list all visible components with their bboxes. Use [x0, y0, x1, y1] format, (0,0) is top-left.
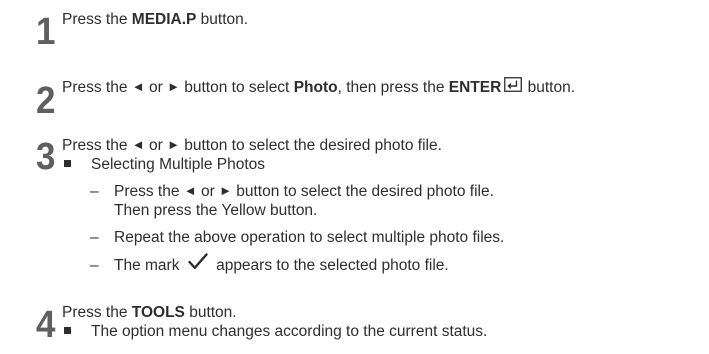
checkmark-icon [188, 253, 208, 275]
step-number: 2 [36, 80, 56, 122]
text-segment: button to select the desired photo file. [179, 137, 442, 154]
text-segment: Press the [62, 79, 132, 97]
button-name: TOOLS [131, 304, 185, 321]
sub-item: – The mark appears to the selected photo … [90, 253, 449, 277]
enter-icon [504, 77, 523, 97]
bullet-text: Selecting Multiple Photos [91, 156, 266, 173]
text-segment: button. [184, 304, 237, 321]
step-number: 1 [36, 11, 56, 53]
left-arrow-icon: ◄ [131, 137, 145, 152]
text-segment: button. [523, 79, 576, 97]
text-segment: button to select the desired photo file. [231, 183, 494, 200]
step-1-text: Press the MEDIA.P button. [62, 10, 248, 29]
text-segment: Press the [62, 137, 132, 154]
text-segment: , then press the [337, 79, 449, 97]
dash-icon: – [90, 257, 99, 275]
step-2-text: Press the ◄ or ► button to select Photo,… [62, 77, 576, 98]
text-segment: or [196, 183, 220, 200]
text-segment: The mark [114, 257, 184, 275]
right-arrow-icon: ► [167, 79, 180, 95]
text-segment: button to select [179, 79, 294, 97]
step-4-text: Press the TOOLS button. [62, 303, 237, 322]
button-name: MEDIA.P [131, 11, 197, 28]
option-name: Photo [293, 79, 338, 97]
left-arrow-icon: ◄ [183, 183, 197, 198]
dash-icon: – [90, 229, 99, 246]
bullet-item: Selecting Multiple Photos [64, 155, 265, 174]
text-segment: Press the [62, 304, 132, 321]
left-arrow-icon: ◄ [131, 79, 145, 95]
square-bullet-icon [64, 160, 71, 168]
step-number: 3 [36, 136, 56, 178]
button-name: ENTER [448, 79, 502, 97]
right-arrow-icon: ► [219, 183, 232, 198]
text-segment: or [144, 79, 168, 97]
dash-icon: – [90, 183, 99, 200]
bullet-text: The option menu changes according to the… [91, 323, 488, 340]
bullet-item: The option menu changes according to the… [64, 322, 487, 341]
square-bullet-icon [64, 327, 71, 335]
sub-item-text: Repeat the above operation to select mul… [114, 229, 505, 246]
right-arrow-icon: ► [167, 137, 180, 152]
step-number: 4 [36, 304, 56, 346]
text-segment: Press the [114, 183, 184, 200]
text-segment: Press the [62, 11, 132, 28]
step-3-text: Press the ◄ or ► button to select the de… [62, 136, 442, 155]
text-segment: button. [196, 11, 249, 28]
sub-item: – Repeat the above operation to select mu… [90, 228, 504, 247]
text-segment: appears to the selected photo file. [211, 257, 449, 275]
text-segment: or [144, 137, 168, 154]
sub-item: – Press the ◄ or ► button to select the d… [90, 182, 494, 201]
sub-item-continuation: Then press the Yellow button. [114, 202, 318, 219]
